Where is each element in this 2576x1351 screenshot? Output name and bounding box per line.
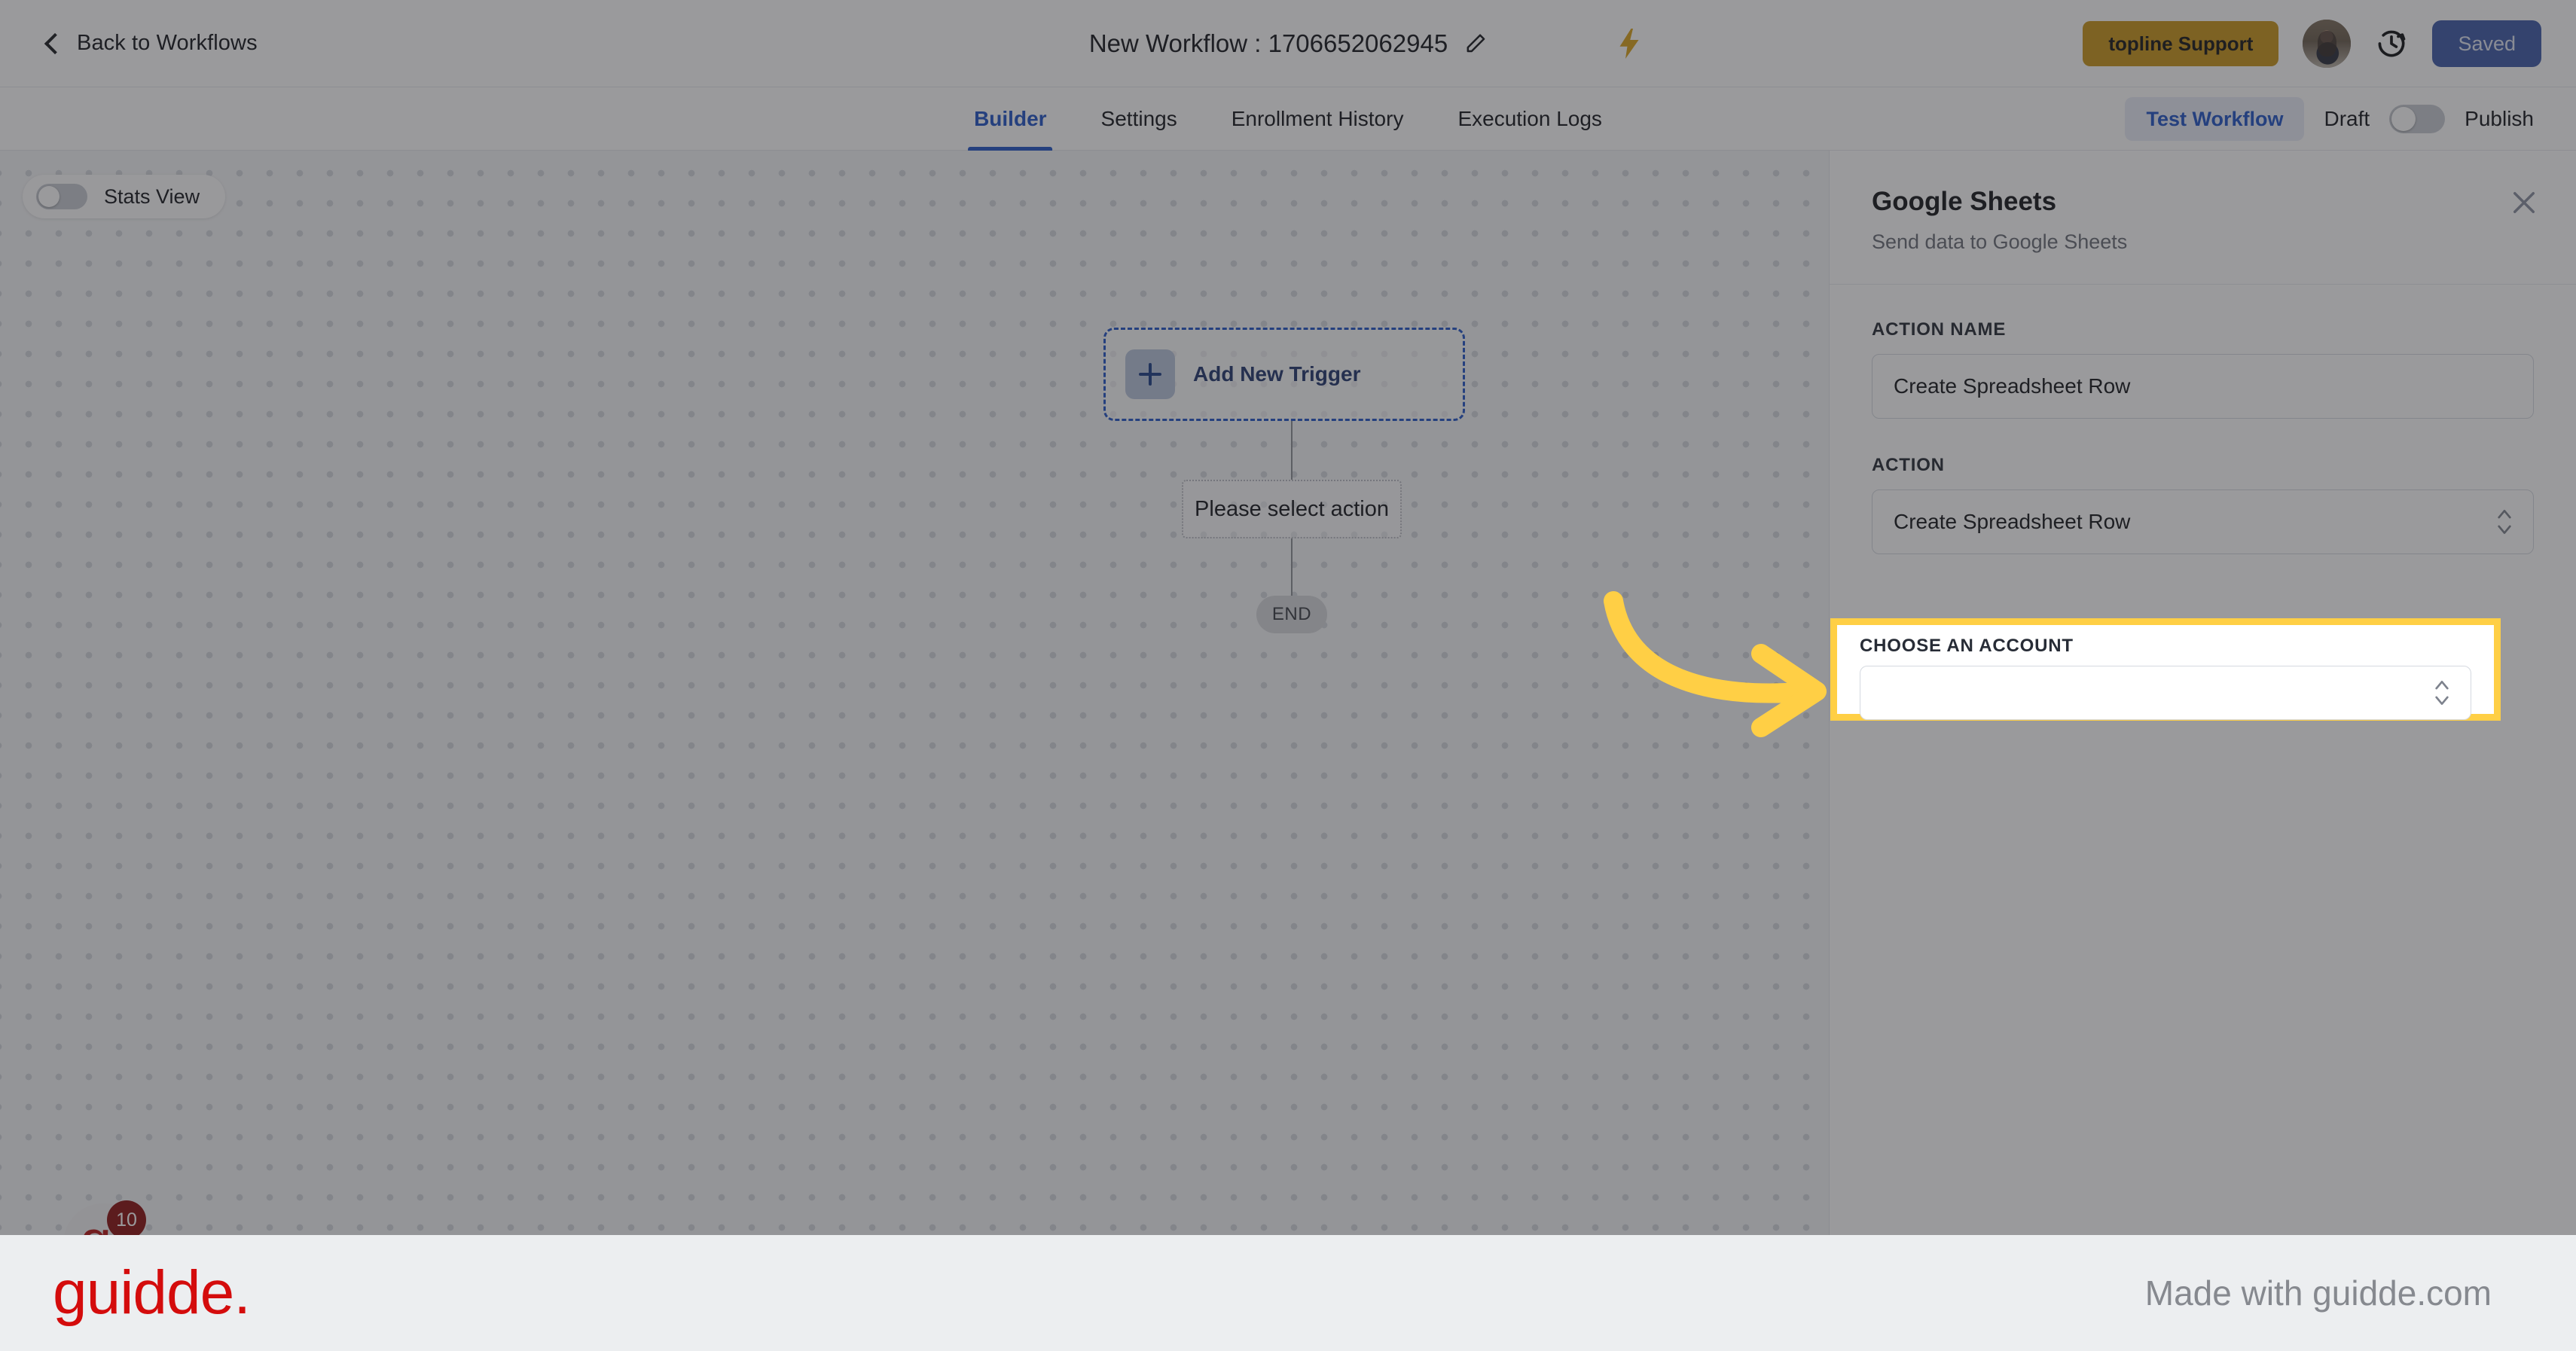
top-header: Back to Workflows New Workflow : 1706652… [0, 0, 2576, 87]
panel-header: Google Sheets Send data to Google Sheets [1830, 151, 2576, 285]
field-action: ACTION Create Spreadsheet Row [1872, 455, 2534, 554]
chevron-updown-icon [2433, 676, 2451, 709]
panel-body: ACTION NAME Create Spreadsheet Row ACTIO… [1830, 285, 2576, 554]
stats-view-toggle[interactable]: Stats View [23, 175, 226, 218]
notification-count-badge: 10 [107, 1200, 146, 1240]
connector-line-bottom [1291, 538, 1293, 596]
action-select-value: Create Spreadsheet Row [1894, 510, 2131, 533]
action-config-panel: Google Sheets Send data to Google Sheets… [1829, 151, 2576, 1351]
field-action-name: ACTION NAME Create Spreadsheet Row [1872, 319, 2534, 419]
action-select[interactable]: Create Spreadsheet Row [1872, 489, 2534, 554]
workflow-title-group: New Workflow : 1706652062945 [1089, 0, 1487, 87]
choose-an-account-select[interactable] [1860, 666, 2471, 720]
tab-execution-logs[interactable]: Execution Logs [1430, 87, 1628, 151]
app-root: Back to Workflows New Workflow : 1706652… [0, 0, 2576, 1351]
select-action-label: Please select action [1195, 496, 1389, 521]
pencil-icon[interactable] [1464, 32, 1487, 55]
tab-bar: Builder Settings Enrollment History Exec… [0, 87, 2576, 151]
tab-enrollment-history[interactable]: Enrollment History [1204, 87, 1431, 151]
stats-view-label: Stats View [104, 185, 200, 208]
page-title: New Workflow : 1706652062945 [1088, 29, 1448, 57]
chevron-left-icon [42, 34, 62, 53]
panel-title: Google Sheets [1872, 187, 2057, 216]
choose-an-account-label: CHOOSE AN ACCOUNT [1860, 636, 2074, 656]
end-node: END [1256, 596, 1327, 633]
workflow-canvas[interactable]: Add New Trigger Please select action END [0, 151, 1829, 1351]
guidde-footer: guidde. Made with guidde.com [0, 1235, 2576, 1351]
add-new-trigger-node[interactable]: Add New Trigger [1103, 328, 1465, 421]
action-name-input[interactable]: Create Spreadsheet Row [1872, 354, 2534, 419]
publish-toggle[interactable] [2389, 105, 2446, 133]
publish-toggle-knob [2391, 107, 2416, 131]
tab-bar-actions: Test Workflow Draft Publish [2125, 87, 2534, 151]
action-label: ACTION [1872, 455, 1945, 475]
stats-view-switch-knob [38, 186, 60, 207]
panel-subtitle: Send data to Google Sheets [1872, 230, 2128, 253]
header-right-group: topline Support Saved [2083, 0, 2541, 87]
action-name-label: ACTION NAME [1872, 319, 2007, 340]
made-with-guidde-label: Made with guidde.com [2144, 1273, 2492, 1313]
tab-settings[interactable]: Settings [1074, 87, 1204, 151]
connector-line-top [1291, 421, 1293, 480]
save-button[interactable]: Saved [2432, 20, 2541, 67]
close-icon[interactable] [2508, 187, 2540, 218]
choose-an-account-highlight: CHOOSE AN ACCOUNT [1830, 618, 2501, 721]
draft-label: Draft [2324, 107, 2370, 130]
plus-icon [1125, 349, 1175, 399]
stats-view-switch[interactable] [36, 184, 87, 209]
test-workflow-button[interactable]: Test Workflow [2125, 97, 2305, 141]
select-action-node[interactable]: Please select action [1182, 480, 1402, 538]
guidde-logo: guidde. [53, 1258, 251, 1327]
lightning-bolt-icon[interactable] [1618, 26, 1641, 62]
workflow-flow: Add New Trigger Please select action END [1103, 328, 1480, 633]
support-badge[interactable]: topline Support [2083, 21, 2279, 66]
publish-label: Publish [2465, 107, 2534, 130]
action-name-value: Create Spreadsheet Row [1894, 374, 2131, 398]
avatar[interactable] [2303, 20, 2352, 68]
add-new-trigger-label: Add New Trigger [1193, 362, 1361, 386]
back-to-workflows-label: Back to Workflows [77, 31, 258, 55]
chevron-updown-icon [2495, 505, 2513, 538]
curved-arrow-right-icon [1597, 580, 1838, 753]
tab-builder[interactable]: Builder [947, 87, 1073, 151]
back-to-workflows-button[interactable]: Back to Workflows [42, 31, 258, 56]
history-clock-icon[interactable] [2375, 27, 2408, 60]
tab-list: Builder Settings Enrollment History Exec… [947, 87, 1629, 151]
end-node-label: END [1271, 604, 1312, 624]
